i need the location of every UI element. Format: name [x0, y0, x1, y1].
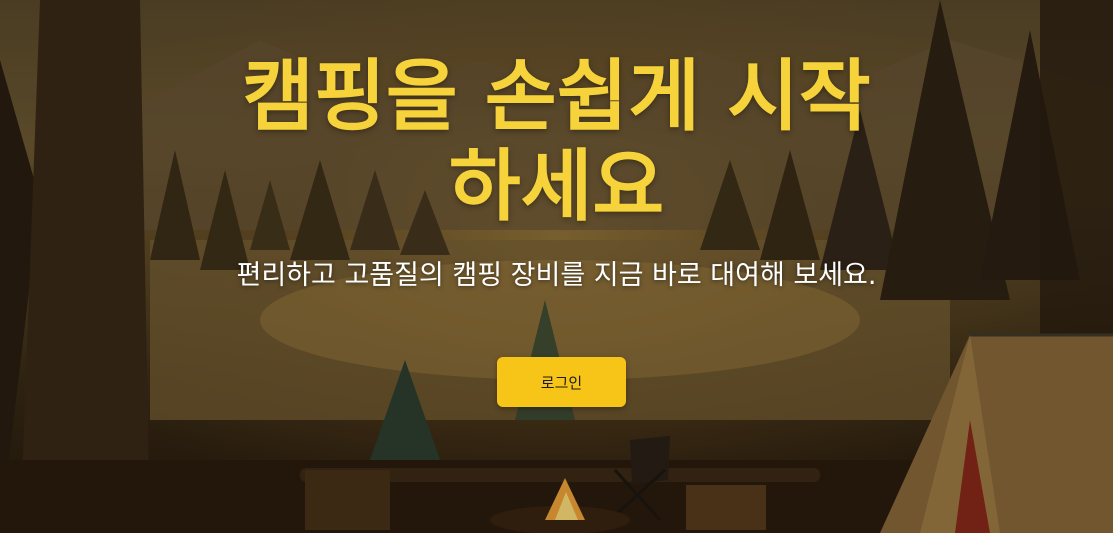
hero-headline-line1: 캠핑을 손쉽게 시작	[242, 52, 871, 142]
login-button[interactable]: 로그인	[497, 357, 626, 407]
hero-subtitle: 편리하고 고품질의 캠핑 장비를 지금 바로 대여해 보세요.	[236, 260, 877, 291]
hero-section: 캠핑을 손쉽게 시작 하세요 편리하고 고품질의 캠핑 장비를 지금 바로 대여…	[0, 0, 1113, 533]
hero-headline: 캠핑을 손쉽게 시작 하세요	[0, 52, 1113, 232]
hero-headline-line2: 하세요	[448, 142, 665, 232]
